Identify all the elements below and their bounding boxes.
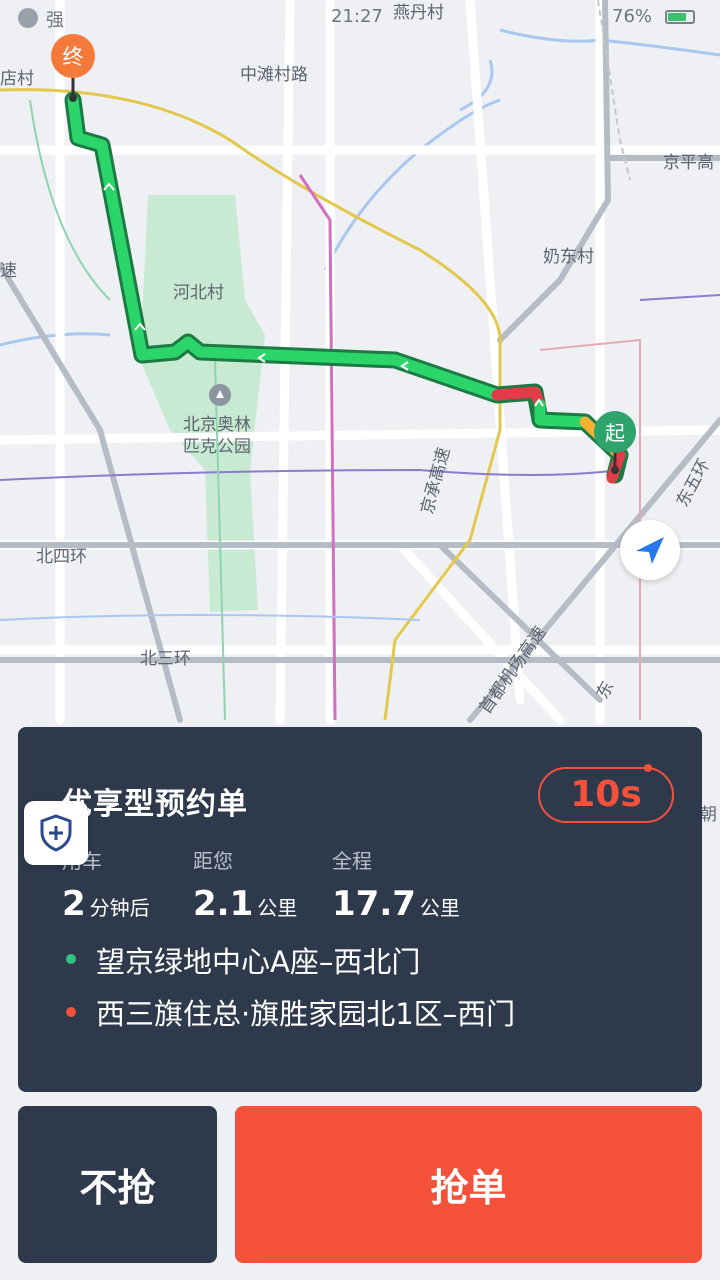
countdown-value: 10s (570, 774, 642, 815)
stat-label: 距您 (193, 849, 233, 873)
map-label: 北四环 (36, 547, 87, 567)
locate-button[interactable] (620, 520, 680, 580)
wifi-icon (18, 8, 38, 28)
order-card: 优享型预约单 10s 用车 2分钟后 距您 2.1公里 全程 17.7公里 望京… (18, 727, 702, 1092)
start-marker-label: 起 (605, 421, 625, 445)
skip-order-button[interactable]: 不抢 (18, 1106, 217, 1263)
dropoff-dot (66, 1007, 76, 1017)
map-label: 中滩村路 (240, 65, 308, 85)
navigation-arrow-icon (636, 537, 664, 564)
map-label: 朝 (700, 805, 717, 825)
map-label: 河北村 (173, 283, 224, 303)
order-title: 优享型预约单 (62, 787, 248, 822)
status-bar: 强 21:27 76% (0, 6, 720, 31)
map-label: 北京奥林 (183, 415, 251, 435)
shield-plus-icon (40, 814, 72, 852)
stat-total-distance: 全程 17.7 公里 (332, 845, 460, 924)
dropoff-address: 西三旗住总·旗胜家园北1区–西门 (96, 997, 516, 1031)
stat-value: 17.7 (332, 884, 416, 924)
signal-text: 强 (46, 10, 64, 31)
end-marker-label: 终 (63, 45, 84, 69)
pickup-dot (66, 954, 76, 964)
clock: 21:27 (331, 6, 383, 27)
stat-unit: 公里 (419, 896, 460, 920)
stat-unit: 分钟后 (89, 896, 150, 920)
grab-order-button[interactable]: 抢单 (235, 1106, 702, 1263)
battery-icon (665, 10, 695, 24)
safety-button[interactable] (24, 801, 88, 865)
countdown-timer: 10s (538, 764, 674, 823)
map-label: 匹克公园 (183, 437, 251, 457)
map-label: 店村 (0, 69, 34, 89)
stat-label: 全程 (332, 849, 372, 873)
map-label: 京平高 (663, 153, 714, 173)
map-label: 北三环 (140, 649, 191, 669)
pickup-address: 望京绿地中心A座–西北门 (96, 945, 421, 979)
stat-value: 2.1 (193, 884, 254, 924)
stat-distance-to-you: 距您 2.1 公里 (193, 845, 297, 924)
stat-value: 2 (62, 884, 86, 924)
map-label: 速 (0, 261, 17, 281)
battery-percent: 76% (612, 6, 653, 27)
map-label: 奶东村 (543, 247, 594, 267)
stat-unit: 公里 (257, 896, 298, 920)
